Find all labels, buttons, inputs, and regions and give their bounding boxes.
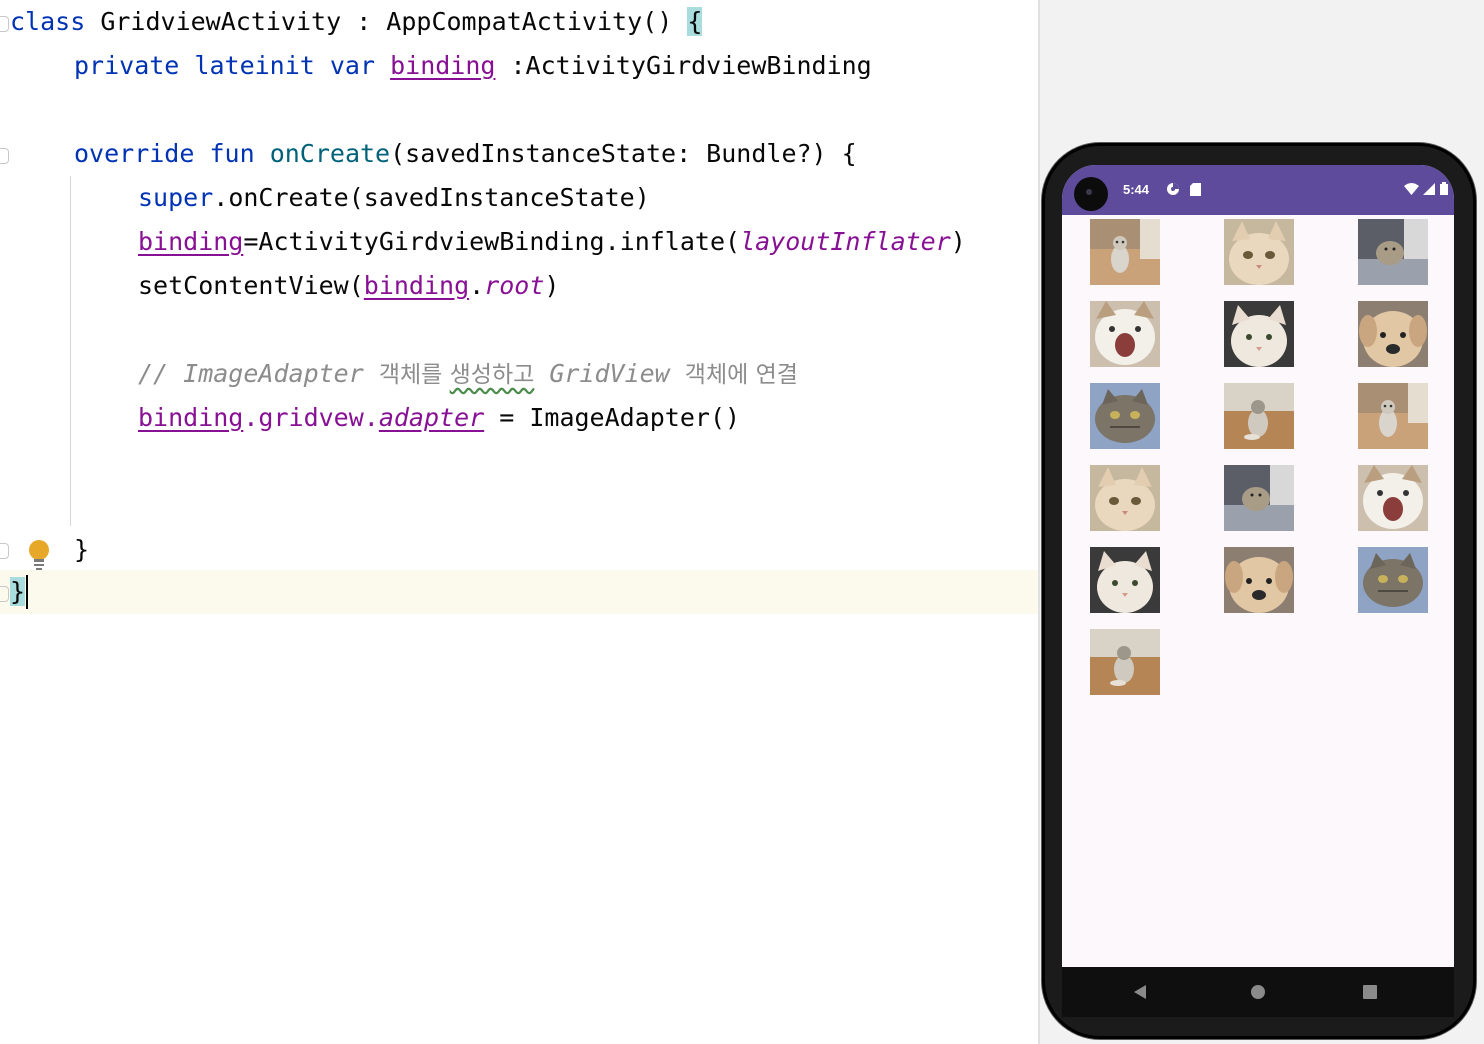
code-text: GridviewActivity : AppCompatActivity() [85,7,688,36]
grid-image[interactable] [1090,547,1160,613]
home-icon [1251,985,1265,999]
synthetic-property: adapter [378,403,485,432]
code-line-1[interactable]: class GridviewActivity : AppCompatActivi… [10,0,703,44]
recents-button[interactable] [1340,967,1400,1017]
status-icons-left [1166,182,1201,197]
current-line-highlight [0,570,1038,614]
code-text: ) [544,271,560,300]
code-line-4[interactable]: override fun onCreate(savedInstanceState… [74,132,857,176]
camera-cutout [1074,177,1108,211]
grid-image[interactable] [1090,465,1160,531]
grid-image[interactable] [1224,547,1294,613]
property-ref: binding [138,227,244,256]
grid-image[interactable] [1224,301,1294,367]
function-name: onCreate [269,139,391,168]
wifi-icon [1403,183,1419,195]
code-text: . [469,271,485,300]
fold-marker[interactable] [0,586,9,602]
grid-image[interactable] [1358,465,1428,531]
code-line-6[interactable]: binding=ActivityGirdviewBinding.inflate(… [138,220,966,264]
code-text: :ActivityGirdviewBinding [495,51,872,80]
signal-icon [1423,183,1436,195]
grid-image[interactable] [1358,383,1428,449]
code-text: .onCreate(savedInstanceState) [213,183,650,212]
home-button[interactable] [1228,967,1288,1017]
text-caret [26,575,28,609]
device-screen[interactable]: 5:44 [1062,165,1454,1017]
keyword: class [10,7,86,36]
grid-image[interactable] [1090,219,1160,285]
battery-icon [1440,182,1448,195]
status-time: 5:44 [1123,182,1150,197]
comment-text-korean: 객체에 연결 [684,362,798,388]
emulator-device: 5:44 [1042,143,1476,1039]
image-grid[interactable] [1062,215,1454,967]
matched-brace: { [687,7,703,36]
spellcheck-word: 생성하고 [449,362,535,388]
grid-image[interactable] [1358,547,1428,613]
recents-icon [1363,985,1377,999]
grid-image[interactable] [1224,219,1294,285]
sd-card-icon [1189,183,1201,196]
grid-image[interactable] [1090,301,1160,367]
indent-guide [70,176,71,526]
status-bar: 5:44 [1062,165,1454,215]
property-ref: binding [363,271,470,300]
back-icon [1134,985,1146,999]
keyword: override fun [74,139,255,168]
fold-marker[interactable] [0,543,9,559]
synthetic-property: root [484,271,545,300]
code-line-12[interactable]: } [74,528,89,572]
comment-text: // ImageAdapter [138,359,379,388]
code-text: } [74,535,90,564]
lightbulb-icon[interactable] [27,538,51,572]
grid-image[interactable] [1090,629,1160,695]
back-button[interactable] [1110,967,1170,1017]
code-line-2[interactable]: private lateinit var binding :ActivityGi… [74,44,872,88]
keyword: super [138,183,214,212]
property-ref: binding [390,51,496,80]
grid-image[interactable] [1224,383,1294,449]
code-text: ) [950,227,966,256]
code-text: =ActivityGirdviewBinding.inflate( [243,227,741,256]
synthetic-property: layoutInflater [740,227,951,256]
code-line-7[interactable]: setContentView(binding.root) [138,264,559,308]
code-text: = ImageAdapter() [484,403,741,432]
status-icons-right [1403,182,1448,198]
fold-marker[interactable] [0,16,9,32]
code-line-13[interactable]: } [10,570,26,614]
keyword: private lateinit var [74,51,376,80]
code-line-10[interactable]: binding.gridvew.adapter = ImageAdapter() [138,396,740,440]
matched-brace: } [10,577,26,606]
grid-image[interactable] [1090,383,1160,449]
comment-text-korean: 객체를 [378,362,450,388]
code-text: setContentView( [138,271,364,300]
property-ref: binding [138,403,244,432]
grid-image[interactable] [1358,219,1428,285]
fold-marker[interactable] [0,148,9,164]
grid-image[interactable] [1224,465,1294,531]
comment-text: GridView [534,359,685,388]
code-line-9-comment[interactable]: // ImageAdapter 객체를 생성하고 GridView 객체에 연결 [138,352,798,396]
grid-image[interactable] [1358,301,1428,367]
code-text: .gridvew. [243,403,379,432]
code-editor[interactable]: class GridviewActivity : AppCompatActivi… [0,0,1038,1044]
settings-icon [1167,183,1179,195]
navigation-bar [1062,967,1454,1017]
code-line-5[interactable]: super.onCreate(savedInstanceState) [138,176,650,220]
code-text: (savedInstanceState: Bundle?) { [390,139,857,168]
